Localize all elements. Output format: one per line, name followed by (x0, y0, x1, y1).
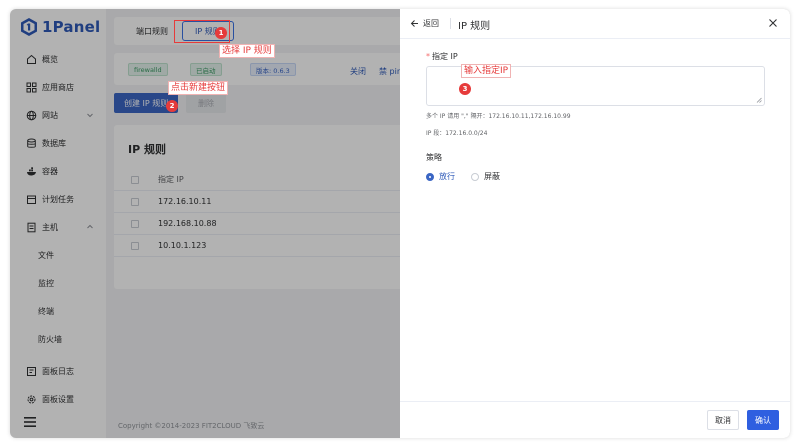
policy-label: 策略 (426, 153, 442, 162)
drawer-header: 返回 IP 规则 (400, 9, 790, 39)
annotation-number: 3 (459, 83, 471, 95)
confirm-button[interactable]: 确认 (747, 410, 779, 430)
cancel-button[interactable]: 取消 (707, 410, 739, 430)
annotation-number: 1 (215, 27, 227, 39)
ip-field-label: * 指定 IP (426, 51, 458, 62)
back-label: 返回 (423, 19, 439, 28)
required-mark: * (426, 52, 430, 61)
drawer-footer: 取消 确认 (400, 401, 790, 438)
drawer-title: IP 规则 (458, 21, 491, 32)
policy-block-radio[interactable]: 屏蔽 (471, 171, 500, 182)
resize-handle-icon[interactable] (756, 97, 762, 103)
back-button[interactable]: 返回 (410, 18, 439, 29)
radio-label: 屏蔽 (484, 172, 500, 181)
header-divider (450, 18, 451, 29)
ip-multi-hint: 多个 IP 请用 "," 隔开：172.16.10.11,172.16.10.9… (426, 113, 571, 120)
radio-label: 放行 (439, 172, 455, 181)
ip-segment-hint: IP 段：172.16.0.0/24 (426, 130, 488, 137)
close-icon[interactable] (768, 18, 778, 28)
annotation-label: 输入指定IP (461, 64, 512, 78)
radio-dot (426, 172, 434, 181)
annotation-label: 点击新建按钮 (168, 81, 229, 95)
radio-dot (471, 172, 479, 181)
ip-field-label-text: 指定 IP (432, 52, 458, 61)
annotation-number: 2 (166, 100, 178, 112)
app-window: 1Panel 概览 应用商店 网站 数据库 容器 计划任务 主机 文件 监控 终… (10, 9, 790, 438)
annotation-label: 选择 IP 规则 (219, 44, 275, 58)
policy-accept-radio[interactable]: 放行 (426, 171, 455, 182)
arrow-left-icon (410, 20, 418, 27)
ip-rule-drawer: 返回 IP 规则 * 指定 IP 多个 IP 请用 "," 隔开：172.16.1… (400, 9, 790, 438)
